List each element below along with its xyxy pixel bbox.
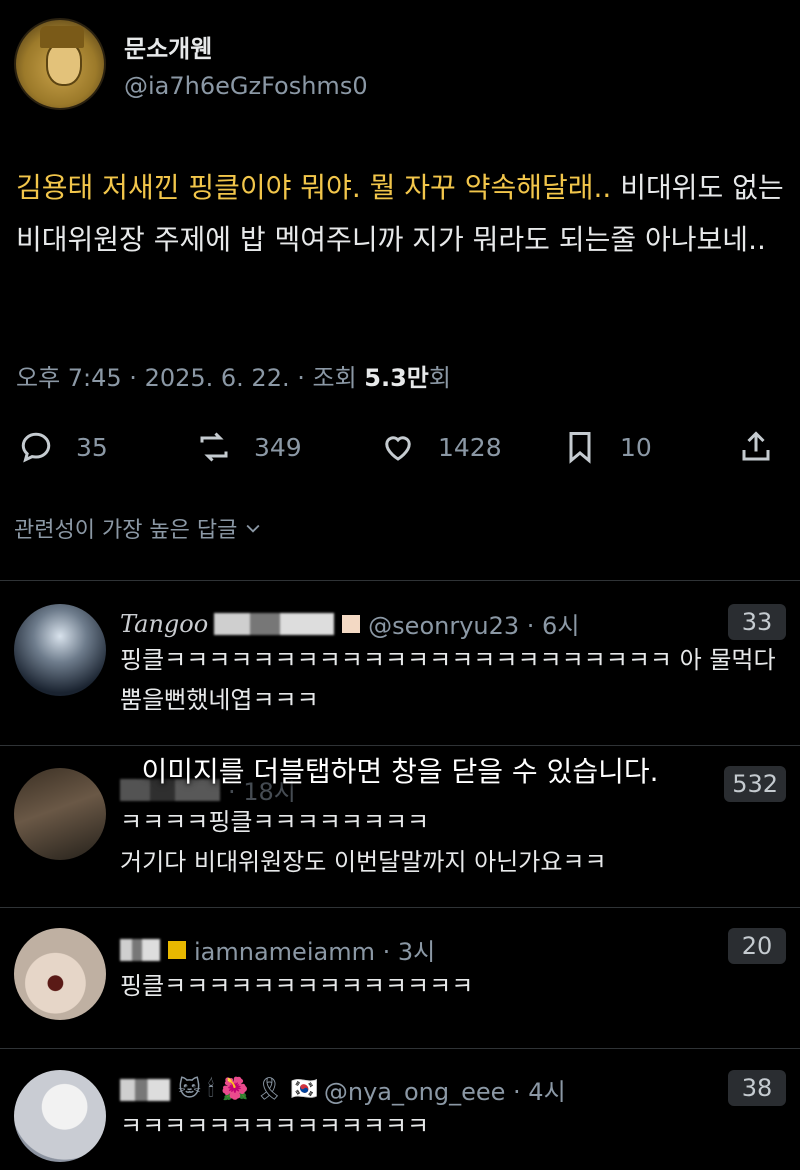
divider [0,1048,800,1049]
reply-button[interactable]: 35 [18,422,108,472]
post-view-count: 5.3만 [364,364,429,392]
author-name-block: 문소개웬 @ia7h6eGzFoshms0 [124,29,368,100]
blurred-emoji [168,940,186,959]
reply-header: 🐱 🕯 🌺 🎗 🇰🇷 @nya_ong_eee · 4시 [120,1072,566,1107]
bookmark-icon [569,432,591,464]
reply-author-name[interactable]: Tangoo [120,610,208,638]
reply-item[interactable]: 🐱 🕯 🌺 🎗 🇰🇷 @nya_ong_eee · 4시 ㅋㅋㅋㅋㅋㅋㅋㅋㅋㅋㅋ… [0,1062,800,1170]
reply-item[interactable]: Tangoo @seonryu23 · 6시 핑클ㅋㅋㅋㅋㅋㅋㅋㅋㅋㅋㅋㅋㅋㅋㅋ… [0,596,800,746]
chevron-down-icon [246,524,260,533]
heart-icon [385,436,411,461]
author-avatar[interactable] [14,18,106,110]
share-icon [742,431,770,461]
reply-avatar[interactable] [14,604,106,696]
divider [0,745,800,746]
reply-avatar[interactable] [14,928,106,1020]
reply-sort-dropdown[interactable]: 관련성이 가장 높은 답글 [14,512,263,544]
reply-text-line: ㅋㅋㅋㅋ핑클ㅋㅋㅋㅋㅋㅋㅋㅋ [120,808,430,836]
reply-handle-time[interactable]: @nya_ong_eee · 4시 [324,1072,566,1107]
reply-sort-label: 관련성이 가장 높은 답글 [14,518,238,543]
blurred-emoji [342,614,361,633]
author-display-name[interactable]: 문소개웬 [124,29,368,64]
action-bar: 35 349 1428 10 [18,422,782,472]
reply-header: iamnameiamm · 3시 [120,932,435,967]
like-button[interactable]: 1428 [380,422,502,472]
reply-text: ㅋㅋㅋㅋ핑클ㅋㅋㅋㅋㅋㅋㅋㅋ 거기다 비대위원장도 이번달말까지 아닌가요ㅋㅋ [120,802,790,882]
blurred-name [120,938,160,961]
share-button[interactable] [738,422,774,472]
overlay-message: 이미지를 더블탭하면 창을 닫을 수 있습니다. [141,755,659,788]
blurred-name [120,1078,170,1101]
reply-text: ㅋㅋㅋㅋㅋㅋㅋㅋㅋㅋㅋㅋㅋㅋ [120,1112,430,1140]
bookmark-button[interactable]: 10 [562,422,652,472]
bookmark-count: 10 [620,432,652,462]
reply-count: 35 [76,432,108,462]
post-text-highlight: 김용태 저새낀 핑클이야 뭐야. 뭘 자꾸 약속해달래.. [16,171,612,204]
reply-author-emojis: 🐱 🕯 🌺 🎗 🇰🇷 [178,1077,318,1102]
reply-item[interactable]: iamnameiamm · 3시 핑클ㅋㅋㅋㅋㅋㅋㅋㅋㅋㅋㅋㅋㅋㅋ 20 [0,920,800,1048]
repost-count: 349 [254,432,302,462]
post-timestamp: 오후 7:45 · 2025. 6. 22. · 조회 [16,364,365,392]
repost-icon [200,432,228,462]
reply-badge: 33 [728,604,786,640]
post-text: 김용태 저새낀 핑클이야 뭐야. 뭘 자꾸 약속해달래.. 비대위도 없는 비대… [16,162,786,266]
reply-badge: 38 [728,1070,786,1106]
author-handle[interactable]: @ia7h6eGzFoshms0 [124,72,368,100]
reply-handle-time[interactable]: iamnameiamm · 3시 [194,932,435,967]
post-header: 문소개웬 @ia7h6eGzFoshms0 [14,18,368,110]
reply-text: 핑클ㅋㅋㅋㅋㅋㅋㅋㅋㅋㅋㅋㅋㅋㅋㅋㅋㅋㅋㅋㅋㅋㅋㅋ 아 물먹다 뿜을뻔했네엽ㅋㅋ… [120,646,776,714]
reply-icon [21,432,51,463]
reply-text-line: 거기다 비대위원장도 이번달말까지 아닌가요ㅋㅋ [120,848,607,876]
post-view-suffix: 회 [428,364,451,392]
post-meta: 오후 7:45 · 2025. 6. 22. · 조회 5.3만회 [16,358,451,393]
divider [0,580,800,581]
like-count: 1428 [438,432,502,462]
divider [0,907,800,908]
reply-badge: 20 [728,928,786,964]
reply-handle-time[interactable]: @seonryu23 · 6시 [368,606,579,641]
blurred-name [214,612,335,635]
reply-text: 핑클ㅋㅋㅋㅋㅋㅋㅋㅋㅋㅋㅋㅋㅋㅋ [120,972,474,1000]
reply-header: Tangoo @seonryu23 · 6시 [120,606,579,641]
reply-avatar[interactable] [14,1070,106,1162]
repost-button[interactable]: 349 [196,422,302,472]
